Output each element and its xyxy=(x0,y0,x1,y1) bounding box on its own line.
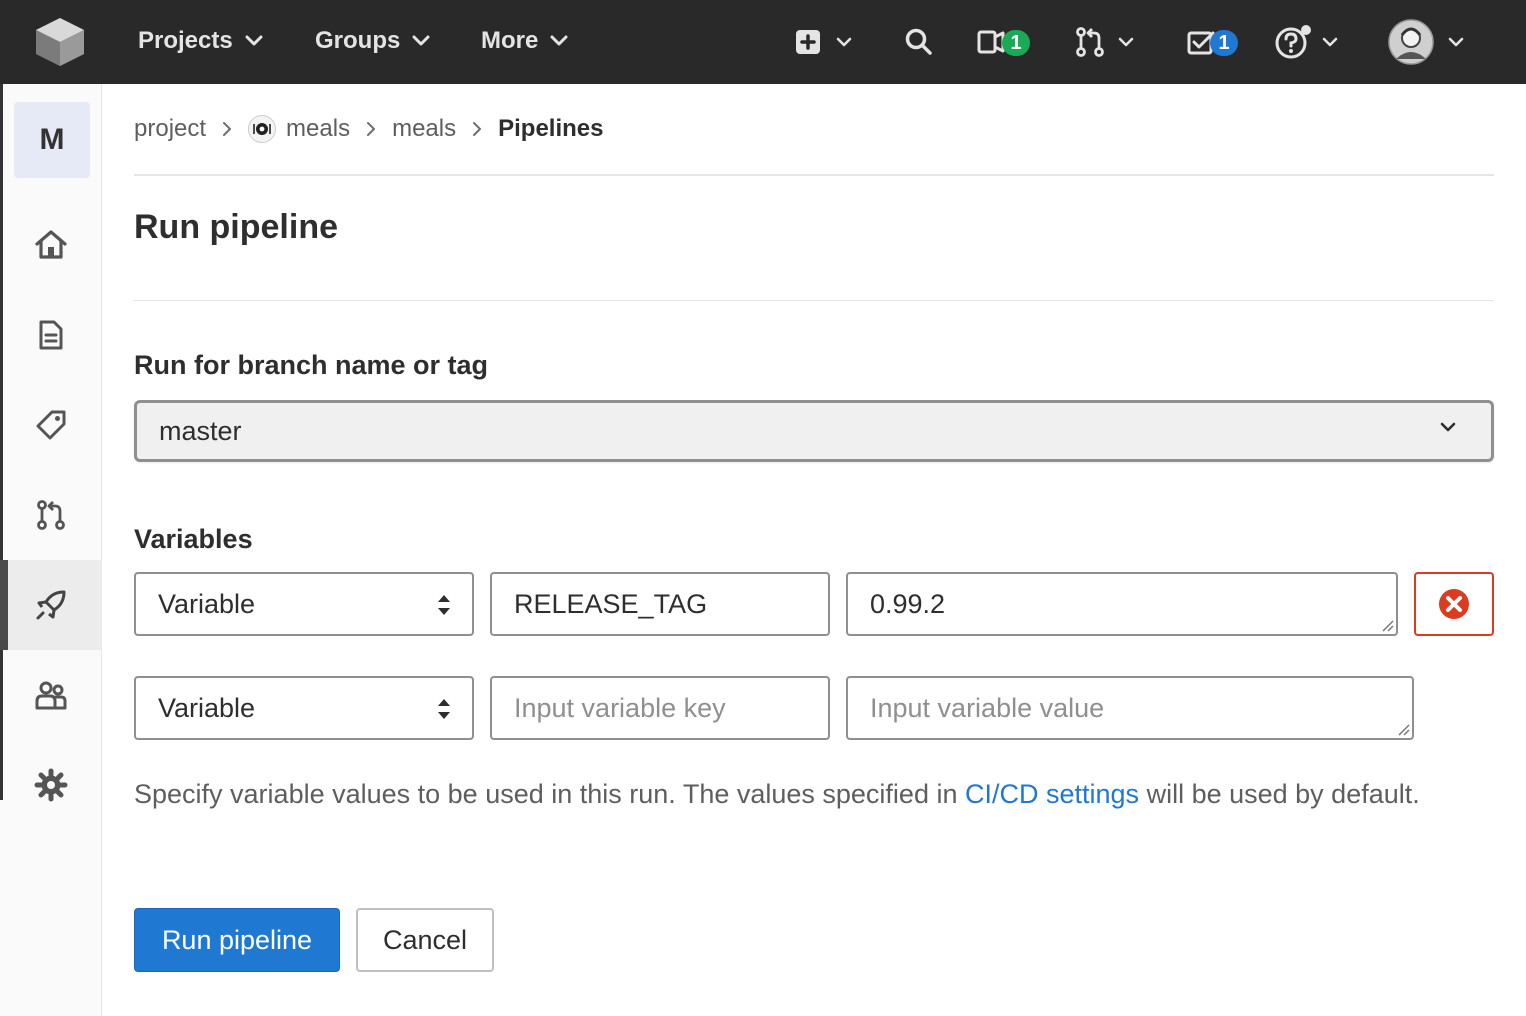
new-item-dropdown[interactable] xyxy=(794,22,852,62)
help-icon xyxy=(1275,25,1311,59)
sidebar-item-home[interactable] xyxy=(0,200,102,290)
variable-value-input[interactable]: 0.99.2 xyxy=(846,572,1398,636)
app-logo[interactable] xyxy=(32,14,88,70)
close-circle-icon xyxy=(1439,589,1469,619)
more-dropdown[interactable]: More xyxy=(481,24,568,58)
select-arrows-icon xyxy=(438,595,450,615)
issues-count-badge: 1 xyxy=(1002,30,1030,56)
variable-value-placeholder: Input variable value xyxy=(870,692,1105,723)
page-title: Run pipeline xyxy=(134,208,338,246)
variable-type-value: Variable xyxy=(158,588,256,619)
breadcrumb-item[interactable]: meals xyxy=(392,115,456,143)
divider xyxy=(134,300,1494,301)
help-text-end: will be used by default. xyxy=(1146,779,1420,809)
search-icon xyxy=(905,28,932,55)
variable-key-input[interactable]: RELEASE_TAG xyxy=(490,572,830,636)
chevron-down-icon xyxy=(245,35,263,46)
sidebar-item-settings[interactable] xyxy=(0,740,102,830)
variable-value-input[interactable]: Input variable value xyxy=(846,676,1414,740)
breadcrumb-item[interactable]: project xyxy=(134,115,206,143)
cancel-button[interactable]: Cancel xyxy=(356,908,494,972)
issues-button[interactable]: 1 xyxy=(976,22,1038,62)
select-arrows-icon xyxy=(438,699,450,719)
groups-label: Groups xyxy=(315,27,401,54)
project-avatar[interactable]: M xyxy=(14,102,90,178)
project-sidebar: M xyxy=(0,84,102,1016)
variable-key-input[interactable]: Input variable key xyxy=(490,676,830,740)
branch-select[interactable]: master xyxy=(134,400,1494,462)
search-button[interactable] xyxy=(904,22,934,62)
variable-type-value: Variable xyxy=(158,692,256,723)
todos-count-badge: 1 xyxy=(1210,30,1238,56)
variable-key-placeholder: Input variable key xyxy=(514,692,726,723)
project-icon xyxy=(248,115,277,143)
divider xyxy=(134,174,1494,176)
home-icon xyxy=(35,230,67,259)
sidebar-item-issues[interactable] xyxy=(0,380,102,470)
gear-icon xyxy=(34,768,68,802)
variable-key-value: RELEASE_TAG xyxy=(514,588,708,619)
rocket-icon xyxy=(36,590,66,620)
projects-dropdown[interactable]: Projects xyxy=(138,24,263,58)
remove-variable-button[interactable] xyxy=(1414,572,1494,636)
user-menu-dropdown[interactable] xyxy=(1388,19,1464,65)
branch-select-value: master xyxy=(159,415,242,446)
merge-request-icon xyxy=(37,500,65,530)
projects-label: Projects xyxy=(138,27,233,54)
variable-type-select[interactable]: Variable xyxy=(134,572,474,636)
ci-cd-settings-link[interactable]: CI/CD settings xyxy=(965,779,1139,809)
chevron-right-icon xyxy=(472,121,482,137)
merge-request-icon xyxy=(1076,27,1104,57)
help-text-start: Specify variable values to be used in th… xyxy=(134,779,958,809)
breadcrumb-current[interactable]: Pipelines xyxy=(498,115,603,143)
chevron-down-icon xyxy=(550,35,568,46)
variables-help-text: Specify variable values to be used in th… xyxy=(134,778,1434,810)
sidebar-item-repository[interactable] xyxy=(0,290,102,380)
chevron-down-icon xyxy=(1448,37,1464,47)
variable-value-text: 0.99.2 xyxy=(870,588,946,619)
variables-label: Variables xyxy=(134,524,253,554)
run-pipeline-button[interactable]: Run pipeline xyxy=(134,908,340,972)
sidebar-item-merge-requests[interactable] xyxy=(0,470,102,560)
breadcrumb-item[interactable]: meals xyxy=(286,115,350,143)
branch-label: Run for branch name or tag xyxy=(134,350,489,380)
tag-icon xyxy=(36,410,66,440)
users-icon xyxy=(35,681,67,710)
sidebar-item-members[interactable] xyxy=(0,650,102,740)
variable-type-select[interactable]: Variable xyxy=(134,676,474,740)
avatar xyxy=(1388,19,1434,65)
help-dropdown[interactable] xyxy=(1274,22,1338,62)
top-navbar: Projects Groups More 1 1 xyxy=(0,0,1526,84)
chevron-right-icon xyxy=(366,121,376,137)
plus-square-icon xyxy=(796,30,820,54)
todos-button[interactable]: 1 xyxy=(1186,22,1242,62)
groups-dropdown[interactable]: Groups xyxy=(315,24,430,58)
document-icon xyxy=(39,320,63,350)
sidebar-item-ci-cd[interactable] xyxy=(0,560,102,650)
merge-requests-dropdown[interactable] xyxy=(1074,22,1134,62)
chevron-down-icon xyxy=(836,37,852,47)
resize-handle-icon[interactable] xyxy=(1380,618,1394,632)
breadcrumb: project meals meals Pipelines xyxy=(134,112,603,146)
chevron-down-icon xyxy=(1322,37,1338,47)
chevron-down-icon xyxy=(1118,37,1134,47)
resize-handle-icon[interactable] xyxy=(1396,722,1410,736)
more-label: More xyxy=(481,27,539,54)
chevron-down-icon xyxy=(412,35,430,46)
chevron-right-icon xyxy=(222,121,232,137)
chevron-down-icon xyxy=(1440,422,1456,432)
